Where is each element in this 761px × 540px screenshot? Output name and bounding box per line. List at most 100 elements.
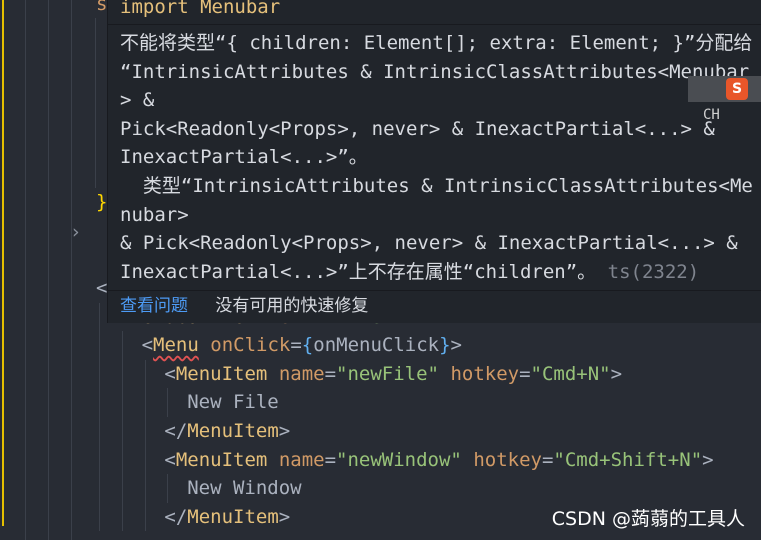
indent-guide — [121, 417, 123, 446]
message-text: 不能将类型“{ children: Element[]; extra: Elem… — [120, 32, 753, 54]
message-line: 类型“IntrinsicAttributes & IntrinsicClassA… — [120, 172, 753, 229]
ime-mode: CH — [703, 107, 720, 123]
indent-guide — [48, 0, 49, 540]
code-token: = — [290, 334, 302, 357]
code-line[interactable]: </MenuItem> — [164, 503, 290, 531]
code-token: < — [141, 334, 154, 357]
indent-guide — [144, 359, 146, 389]
code-token: "Cmd+Shift+N" — [553, 448, 703, 471]
no-quick-fix-text: 没有可用的快速修复 — [215, 296, 369, 317]
code-token: "newWindow" — [336, 448, 462, 471]
code-token: = — [519, 362, 531, 385]
indent-guide — [99, 388, 100, 417]
code-token: name — [278, 362, 325, 385]
message-line: InexactPartial<...>”上不存在属性“children”。 ts… — [120, 258, 753, 287]
message-text: InexactPartial<...>”。 — [120, 146, 368, 169]
watermark: CSDN @蒟蒻的工具人 — [551, 508, 745, 530]
code-line[interactable]: New File — [187, 388, 279, 416]
code-token: onClick — [210, 334, 291, 357]
hover-header: import Menubar — [108, 0, 761, 25]
code-line[interactable]: <MenuItem name="newWindow" hotkey="Cmd+S… — [164, 446, 713, 474]
indent-guide — [99, 417, 100, 446]
closing-brace: } — [96, 191, 108, 213]
indent-guide — [144, 474, 146, 503]
code-token: </ — [164, 420, 188, 442]
code-token: > — [278, 420, 291, 442]
indent-guide — [144, 388, 146, 417]
indent-guide — [144, 502, 146, 532]
code-token: hotkey — [450, 362, 520, 385]
indent-guide — [121, 445, 123, 475]
code-line[interactable]: <Menu onClick={onMenuClick}> — [142, 331, 462, 359]
code-fragment: s — [96, 0, 108, 15]
indent-guide — [121, 474, 123, 503]
message-line: “IntrinsicAttributes & IntrinsicClassAtt… — [120, 58, 753, 115]
code-token: "newFile" — [336, 362, 439, 385]
code-token: MenuItem — [187, 420, 279, 442]
view-problem-link[interactable]: 查看问题 — [120, 296, 188, 316]
indent-guide — [99, 359, 100, 389]
indent-guide — [144, 417, 146, 446]
code-token: name — [278, 448, 325, 471]
indent-guide — [121, 502, 123, 532]
code-token: = — [541, 448, 554, 471]
indent-guide — [121, 388, 123, 417]
code-line[interactable]: </MenuItem> — [164, 417, 290, 445]
code-token: "Cmd+N" — [530, 362, 611, 385]
code-token: } — [439, 334, 451, 357]
code-token: > — [450, 334, 462, 357]
error-code: ts(2322) — [607, 260, 700, 283]
error-message: 不能将类型“{ children: Element[]; extra: Elem… — [108, 25, 761, 286]
indent-guide — [99, 331, 100, 360]
code-token: < — [96, 277, 108, 299]
indent-guide — [99, 302, 100, 332]
message-line: & Pick<Readonly<Props>, never> & Inexact… — [120, 229, 753, 258]
indent-guide — [167, 388, 169, 417]
message-text: Pick<Readonly<Props>, never> & InexactPa… — [120, 117, 715, 140]
code-token: = — [324, 448, 337, 471]
code-token: </ — [164, 505, 188, 528]
code-token: MenuItem — [187, 505, 279, 528]
code-token: New File — [187, 391, 279, 414]
indent-guide — [99, 445, 100, 475]
indent-guide — [95, 18, 96, 188]
code-token: > — [278, 505, 291, 528]
code-token: onMenuClick — [313, 334, 440, 357]
indent-guide — [121, 359, 123, 389]
code-token: MenuItem — [175, 362, 268, 385]
fold-chevron-icon[interactable]: › — [72, 218, 80, 246]
indent-guide — [121, 331, 123, 360]
git-change-bar — [2, 0, 4, 526]
code-token: < — [164, 448, 176, 471]
code-token: < — [164, 362, 176, 385]
hover-tooltip: import Menubar 不能将类型“{ children: Element… — [107, 0, 761, 324]
ime-indicator[interactable]: CH S — [688, 76, 761, 123]
code-token: hotkey — [473, 448, 542, 471]
message-text: InexactPartial<...>”上不存在属性“children”。 — [120, 260, 597, 283]
indent-guide — [167, 474, 169, 503]
code-token: MenuItem — [175, 448, 268, 471]
code-token: > — [610, 362, 623, 385]
error-token: Menu — [153, 334, 199, 357]
code-line[interactable]: New Window — [187, 474, 301, 502]
code-token: New Window — [187, 477, 302, 500]
message-text: 类型“IntrinsicAttributes & IntrinsicClassA… — [120, 174, 753, 226]
indent-guide — [99, 474, 100, 503]
code-token: = — [324, 362, 337, 385]
indent-guide — [25, 0, 26, 540]
message-text: & Pick<Readonly<Props>, never> & Inexact… — [120, 232, 738, 255]
indent-guide — [71, 0, 72, 540]
message-text: “IntrinsicAttributes & IntrinsicClassAtt… — [120, 60, 750, 112]
code-line[interactable]: <MenuItem name="newFile" hotkey="Cmd+N"> — [164, 360, 622, 388]
message-line: Pick<Readonly<Props>, never> & InexactPa… — [120, 115, 753, 144]
code-token: > — [702, 448, 714, 471]
message-line: InexactPartial<...>”。 — [120, 143, 753, 172]
hover-actions: 查看问题 没有可用的快速修复 — [108, 290, 761, 323]
code-token: { — [301, 334, 314, 357]
indent-guide — [144, 445, 146, 475]
